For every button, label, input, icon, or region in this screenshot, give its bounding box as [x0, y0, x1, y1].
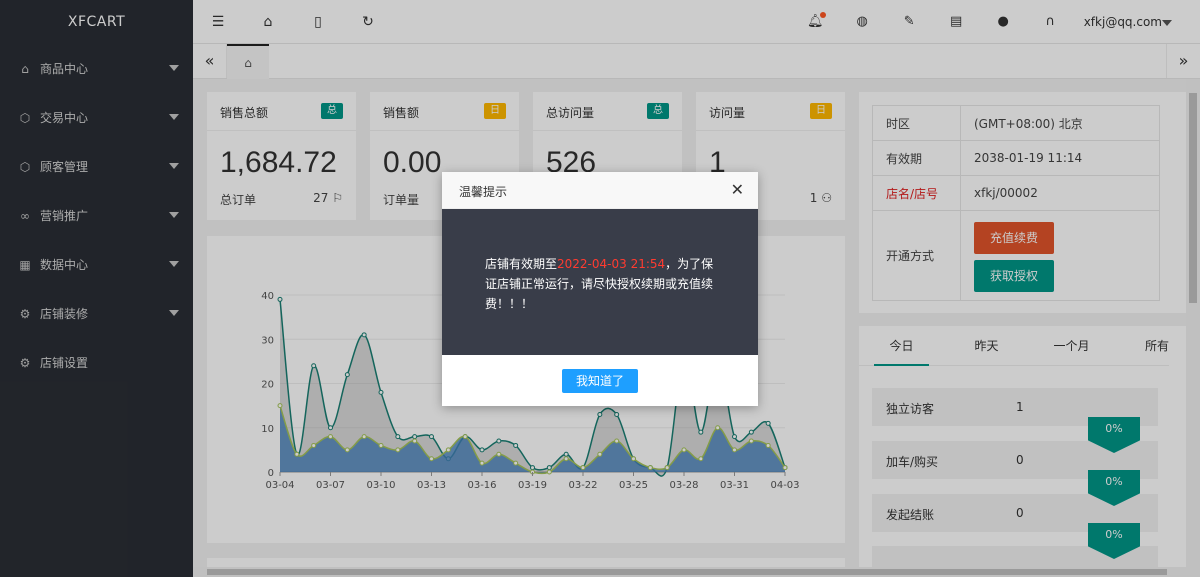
notice-dialog: 温馨提示 ✕ 店铺有效期至2022-04-03 21:54，为了保证店铺正常运行…	[442, 172, 758, 406]
dialog-message: 店铺有效期至2022-04-03 21:54，为了保证店铺正常运行，请尽快授权续…	[442, 209, 758, 355]
dialog-title: 温馨提示	[459, 185, 508, 199]
expire-date: 2022-04-03 21:54	[557, 257, 666, 271]
confirm-button[interactable]: 我知道了	[561, 369, 638, 393]
close-icon[interactable]: ✕	[731, 180, 744, 199]
